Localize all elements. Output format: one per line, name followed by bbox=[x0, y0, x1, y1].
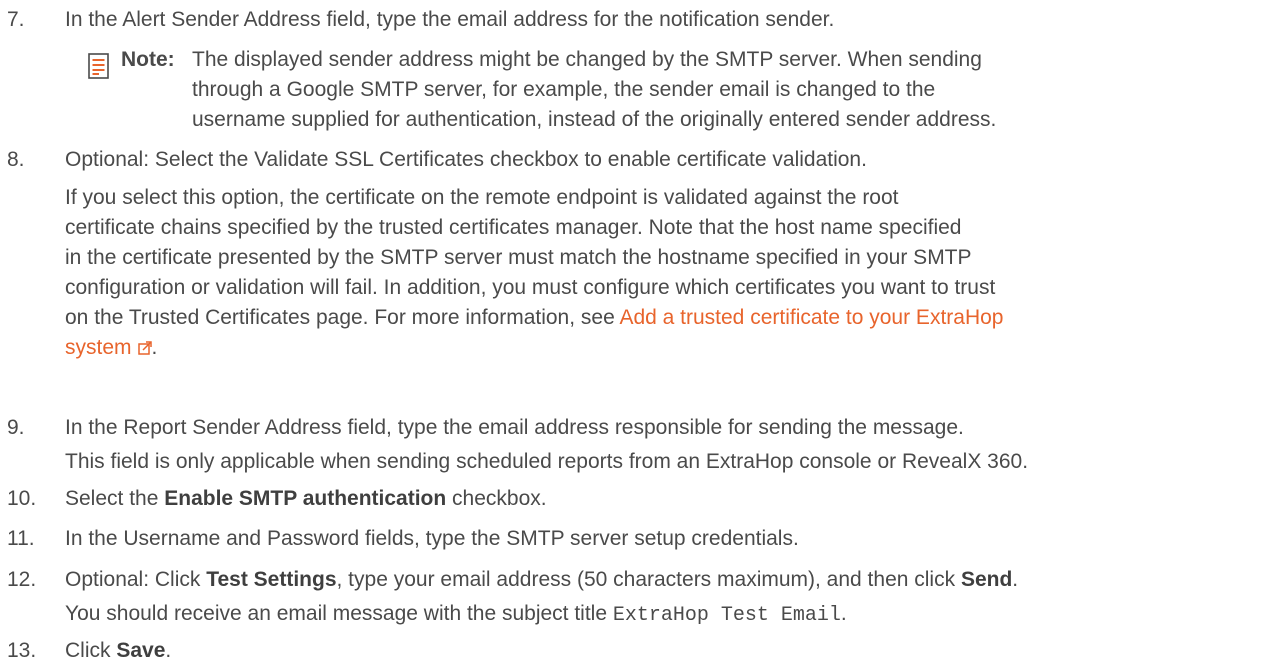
step-number: 7. bbox=[7, 8, 25, 31]
email-subject-code: ExtraHop Test Email bbox=[612, 604, 841, 627]
text-suffix: . bbox=[1012, 568, 1019, 591]
step-7: 7. In the Alert Sender Address field, ty… bbox=[7, 5, 1255, 35]
detail-line: on the Trusted Certificates page. For mo… bbox=[65, 306, 620, 329]
note-line: The displayed sender address might be ch… bbox=[192, 48, 982, 71]
note-line: username supplied for authentication, in… bbox=[192, 108, 997, 131]
ui-label-save: Save bbox=[116, 639, 166, 662]
step-10: 10. Select the Enable SMTP authenticatio… bbox=[7, 484, 1255, 514]
step-number: 10. bbox=[7, 487, 37, 510]
detail-line: certificate chains specified by the trus… bbox=[65, 216, 962, 239]
text-suffix: . bbox=[165, 639, 172, 662]
step-text: Select the Enable SMTP authentication ch… bbox=[65, 484, 1255, 514]
ui-label-enable-smtp-auth: Enable SMTP authentication bbox=[164, 487, 447, 510]
step-text: Optional: Select the Validate SSL Certif… bbox=[65, 148, 867, 171]
step-12: 12. Optional: Click Test Settings, type … bbox=[7, 565, 1255, 631]
note-label: Note: bbox=[121, 48, 175, 71]
step-text: In the Report Sender Address field, type… bbox=[65, 416, 964, 439]
step-text: Optional: Click Test Settings, type your… bbox=[65, 565, 1255, 595]
detail-line-with-link: on the Trusted Certificates page. For mo… bbox=[65, 303, 1255, 333]
detail-line: in the certificate presented by the SMTP… bbox=[65, 246, 972, 269]
step-number: 12. bbox=[7, 568, 37, 591]
detail-line: configuration or validation will fail. I… bbox=[65, 276, 996, 299]
step-detail: You should receive an email message with… bbox=[65, 599, 1255, 631]
step-text: In the Username and Password fields, typ… bbox=[65, 527, 799, 550]
ui-label-test-settings: Test Settings bbox=[206, 568, 337, 591]
note-icon bbox=[88, 53, 109, 79]
step-8: 8. Optional: Select the Validate SSL Cer… bbox=[7, 145, 1255, 363]
step-detail: This field is only applicable when sendi… bbox=[65, 450, 1029, 473]
punctuation: . bbox=[151, 336, 158, 359]
detail-line: If you select this option, the certifica… bbox=[65, 186, 899, 209]
step-11: 11. In the Username and Password fields,… bbox=[7, 524, 1255, 554]
text-prefix: Select the bbox=[65, 487, 165, 510]
ui-label-send: Send bbox=[960, 568, 1013, 591]
detail-line-with-link: system. bbox=[65, 333, 1255, 363]
detail-prefix: You should receive an email message with… bbox=[65, 602, 613, 625]
note-line: through a Google SMTP server, for exampl… bbox=[192, 78, 936, 101]
step-number: 9. bbox=[7, 416, 25, 439]
step-number: 11. bbox=[7, 527, 35, 550]
text-prefix: Click bbox=[65, 639, 117, 662]
step-text: In the Alert Sender Address field, type … bbox=[65, 8, 835, 31]
step-number: 8. bbox=[7, 148, 25, 171]
text-middle: , type your email address (50 characters… bbox=[336, 568, 961, 591]
step-number: 13. bbox=[7, 639, 37, 662]
external-link-icon bbox=[137, 341, 152, 355]
documentation-page: 7. In the Alert Sender Address field, ty… bbox=[0, 0, 1271, 667]
step-text: Click Save. bbox=[65, 636, 1255, 666]
step-detail: If you select this option, the certifica… bbox=[65, 183, 1255, 363]
trusted-certificate-link-continued[interactable]: system bbox=[65, 336, 152, 359]
text-prefix: Optional: Click bbox=[65, 568, 207, 591]
detail-suffix: . bbox=[840, 602, 847, 625]
step-13: 13. Click Save. bbox=[7, 636, 1255, 666]
note-text: The displayed sender address might be ch… bbox=[192, 45, 996, 135]
link-text: system bbox=[65, 336, 132, 359]
text-suffix: checkbox. bbox=[446, 487, 547, 510]
trusted-certificate-link[interactable]: Add a trusted certificate to your ExtraH… bbox=[619, 306, 1003, 329]
step-9: 9. In the Report Sender Address field, t… bbox=[7, 413, 1255, 477]
